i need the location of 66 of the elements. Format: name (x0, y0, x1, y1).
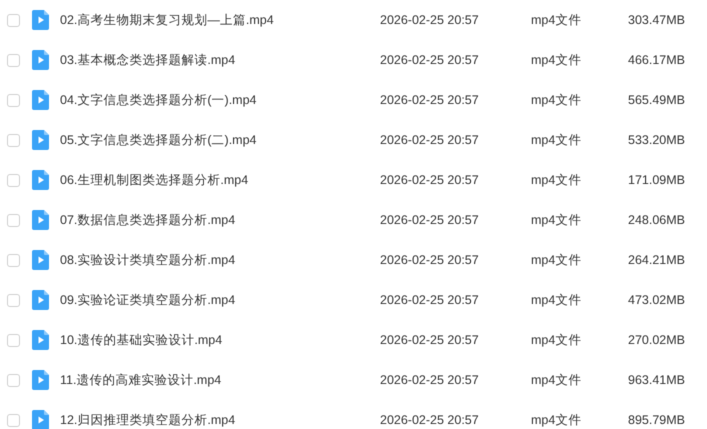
checkbox[interactable] (7, 294, 20, 306)
file-size: 248.06MB (627, 213, 685, 227)
file-name[interactable]: 12.归因推理类填空题分析.mp4 (60, 412, 380, 428)
video-file-icon (32, 330, 49, 350)
file-type: mp4文件 (531, 132, 582, 148)
file-size: 270.02MB (627, 333, 685, 347)
file-type: mp4文件 (531, 52, 582, 68)
file-size: 565.49MB (627, 93, 685, 107)
file-type: mp4文件 (531, 372, 582, 388)
file-name[interactable]: 02.高考生物期末复习规划—上篇.mp4 (60, 12, 380, 28)
video-file-icon (32, 170, 49, 190)
video-file-icon (32, 90, 49, 110)
file-type: mp4文件 (531, 212, 582, 228)
file-name[interactable]: 05.文字信息类选择题分析(二).mp4 (60, 132, 380, 148)
checkbox[interactable] (7, 134, 20, 146)
modified-date: 2026-02-25 20:57 (380, 93, 480, 107)
file-size: 171.09MB (627, 173, 685, 187)
file-name[interactable]: 04.文字信息类选择题分析(一).mp4 (60, 92, 380, 108)
modified-date: 2026-02-25 20:57 (380, 293, 480, 307)
video-file-icon (32, 370, 49, 390)
file-name[interactable]: 07.数据信息类选择题分析.mp4 (60, 212, 380, 228)
file-name[interactable]: 03.基本概念类选择题解读.mp4 (60, 52, 380, 68)
file-type: mp4文件 (531, 12, 582, 28)
checkbox[interactable] (7, 254, 20, 266)
checkbox[interactable] (7, 214, 20, 226)
file-type: mp4文件 (531, 332, 582, 348)
file-name[interactable]: 08.实验设计类填空题分析.mp4 (60, 252, 380, 268)
file-size: 895.79MB (627, 413, 685, 427)
file-name[interactable]: 10.遗传的基础实验设计.mp4 (60, 332, 380, 348)
modified-date: 2026-02-25 20:57 (380, 53, 480, 67)
file-size: 533.20MB (627, 133, 685, 147)
video-file-icon (32, 210, 49, 230)
checkbox[interactable] (7, 174, 20, 186)
file-size: 466.17MB (627, 53, 685, 67)
file-size: 303.47MB (627, 13, 685, 27)
modified-date: 2026-02-25 20:57 (380, 13, 480, 27)
file-type: mp4文件 (531, 412, 582, 428)
modified-date: 2026-02-25 20:57 (380, 253, 480, 267)
modified-date: 2026-02-25 20:57 (380, 413, 480, 427)
modified-date: 2026-02-25 20:57 (380, 333, 480, 347)
modified-date: 2026-02-25 20:57 (380, 373, 480, 387)
checkbox[interactable] (7, 334, 20, 346)
modified-date: 2026-02-25 20:57 (380, 213, 480, 227)
video-file-icon (32, 10, 49, 30)
file-type: mp4文件 (531, 172, 582, 188)
video-file-icon (32, 50, 49, 70)
checkbox[interactable] (7, 54, 20, 66)
checkbox[interactable] (7, 94, 20, 106)
file-type: mp4文件 (531, 292, 582, 308)
video-file-icon (32, 250, 49, 270)
file-name[interactable]: 09.实验论证类填空题分析.mp4 (60, 292, 380, 308)
file-name[interactable]: 11.遗传的高难实验设计.mp4 (60, 372, 380, 388)
file-size: 963.41MB (627, 373, 685, 387)
video-file-icon (32, 290, 49, 310)
checkbox[interactable] (7, 414, 20, 426)
video-file-icon (32, 130, 49, 150)
modified-date: 2026-02-25 20:57 (380, 173, 480, 187)
file-type: mp4文件 (531, 252, 582, 268)
checkbox[interactable] (7, 374, 20, 386)
modified-date: 2026-02-25 20:57 (380, 133, 480, 147)
file-size: 473.02MB (627, 293, 685, 307)
file-name[interactable]: 06.生理机制图类选择题分析.mp4 (60, 172, 380, 188)
file-type: mp4文件 (531, 92, 582, 108)
video-file-icon (32, 410, 49, 429)
file-size: 264.21MB (627, 253, 685, 267)
checkbox[interactable] (7, 14, 20, 26)
